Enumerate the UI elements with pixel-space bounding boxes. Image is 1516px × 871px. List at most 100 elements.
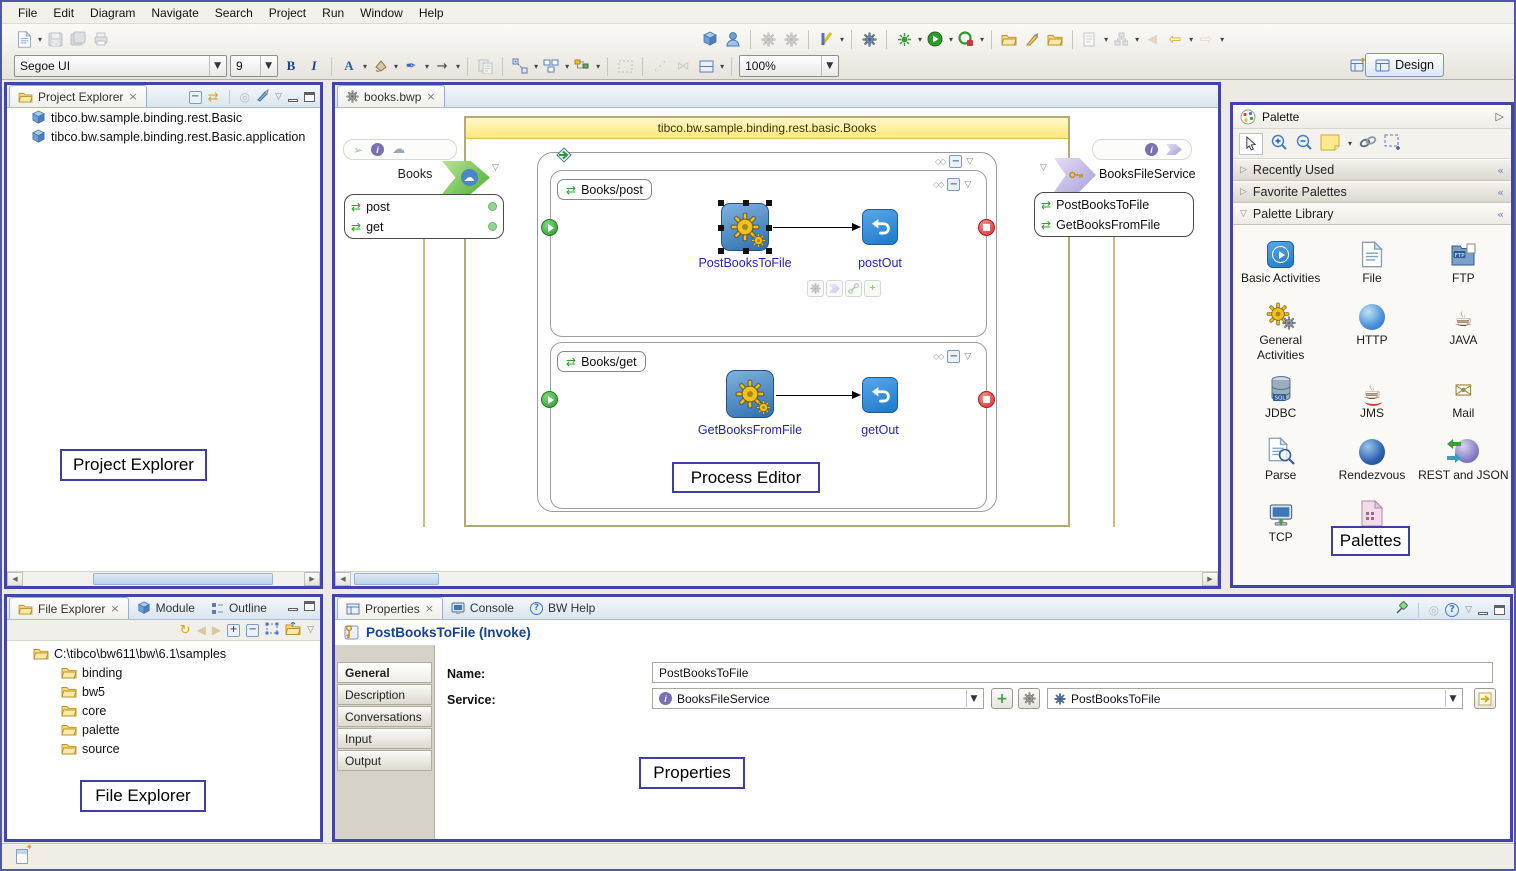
select-nodes-dropdown-icon[interactable]: ▾ — [534, 62, 538, 71]
link-with-editor-icon[interactable]: ⇄ — [208, 90, 219, 105]
maximize-icon[interactable] — [1494, 605, 1505, 615]
maximize-icon[interactable] — [304, 92, 315, 102]
last-edit-icon[interactable] — [1080, 29, 1100, 49]
zoom-in-icon[interactable] — [1270, 133, 1288, 154]
palette-section-favorite[interactable]: ▷ Favorite Palettes « — [1233, 181, 1511, 203]
collapse-all-icon[interactable]: − — [246, 624, 259, 637]
zoom-dropdown-icon[interactable]: ▼ — [821, 56, 833, 76]
add-activity-icon[interactable]: + — [864, 280, 881, 297]
side-tab-general[interactable]: General — [337, 662, 432, 683]
activity-getbooksfromfile[interactable] — [726, 370, 774, 418]
tree-item-application[interactable]: tibco.bw.sample.binding.rest.Basic.appli… — [7, 127, 320, 146]
run-dropdown-icon[interactable]: ▾ — [949, 35, 953, 44]
font-color-dropdown-icon[interactable]: ▾ — [363, 62, 367, 71]
scope-menu-icon[interactable]: ▽ — [964, 180, 971, 190]
scroll-thumb[interactable] — [354, 573, 439, 585]
select-tool-icon[interactable] — [1239, 133, 1263, 155]
back-icon[interactable]: ⇦ — [1165, 29, 1185, 49]
collapse-scope-icon[interactable]: − — [947, 350, 960, 363]
closed-folder-icon[interactable] — [1045, 29, 1065, 49]
tab-file-explorer[interactable]: File Explorer × — [9, 597, 129, 619]
operation-post[interactable]: ⇄ post — [351, 197, 497, 216]
design-perspective-button[interactable]: Design — [1365, 53, 1444, 77]
view-menu-icon[interactable]: ▽ — [275, 92, 282, 102]
palette-item-parse[interactable]: Parse — [1235, 429, 1326, 487]
menu-run[interactable]: Run — [314, 4, 352, 22]
partner-arrow-icon[interactable] — [826, 280, 843, 297]
profile-dropdown-icon[interactable]: ▾ — [980, 35, 984, 44]
save-icon[interactable] — [45, 29, 65, 49]
zoom-select[interactable]: 100%▼ — [739, 55, 839, 77]
external-tools-gear-icon[interactable] — [758, 29, 778, 49]
palette-item-basic-activities[interactable]: Basic Activities — [1235, 232, 1326, 290]
back-icon[interactable]: ◀ — [197, 623, 206, 637]
project-explorer-hscrollbar[interactable]: ◀ ▶ — [7, 571, 320, 586]
table-view-dropdown-icon[interactable]: ▾ — [720, 62, 724, 71]
expand-all-icon[interactable]: + — [227, 624, 240, 637]
scroll-right-icon[interactable]: ▶ — [1202, 572, 1218, 586]
gear-button-icon[interactable] — [807, 280, 824, 297]
print-icon[interactable] — [91, 29, 111, 49]
marquee-add-icon[interactable] — [1384, 134, 1403, 154]
close-icon[interactable]: × — [425, 602, 434, 615]
debug-icon[interactable] — [894, 29, 914, 49]
tree-item-core[interactable]: core — [7, 701, 320, 720]
note-icon[interactable] — [1320, 134, 1340, 154]
menu-help[interactable]: Help — [411, 4, 452, 22]
link-icons[interactable]: ◇◇ — [933, 352, 943, 361]
service-arrow-icon[interactable]: ➢ — [353, 143, 363, 157]
font-size-select[interactable]: 9▼ — [230, 55, 278, 77]
forward-dropdown-icon[interactable]: ▾ — [1220, 35, 1224, 44]
name-input[interactable]: PostBooksToFile — [652, 662, 1493, 683]
line-color-dropdown-icon[interactable]: ▾ — [425, 62, 429, 71]
connection-style-dropdown-icon[interactable]: ▾ — [456, 62, 460, 71]
palette-item-ftp[interactable]: FTP FTP — [1418, 232, 1509, 290]
configure-service-button[interactable] — [1018, 688, 1040, 709]
operation-select[interactable]: PostBooksToFile ▼ — [1047, 688, 1463, 709]
select-nodes-icon[interactable] — [510, 56, 530, 76]
layout-icon[interactable] — [572, 56, 592, 76]
cloud-small-icon[interactable]: ☁ — [392, 142, 405, 157]
palette-item-mail[interactable]: ✉ Mail — [1418, 367, 1509, 425]
refresh-icon[interactable]: ↻ — [180, 623, 191, 638]
tree-item-palette[interactable]: palette — [7, 720, 320, 739]
scope-books-get-label[interactable]: ⇄ Books/get — [557, 351, 646, 372]
scope2-end-icon[interactable] — [978, 391, 995, 408]
maximize-icon[interactable] — [304, 601, 315, 611]
link-tool-icon[interactable] — [1359, 135, 1377, 152]
link-icons[interactable]: ◇◇ — [933, 180, 943, 189]
tab-module[interactable]: Module — [129, 597, 203, 619]
tab-properties[interactable]: Properties × — [337, 597, 443, 619]
forward-icon[interactable]: ⇨ — [1196, 29, 1216, 49]
scroll-right-icon[interactable]: ▶ — [304, 572, 320, 586]
collapse-flow-icon[interactable]: − — [949, 155, 962, 168]
copy-appearance-icon[interactable] — [475, 56, 495, 76]
debug-dropdown-icon[interactable]: ▾ — [918, 35, 922, 44]
save-all-icon[interactable] — [68, 29, 88, 49]
junction-remove-icon[interactable]: ⋈ — [673, 56, 693, 76]
tree-item-root[interactable]: C:\tibco\bw611\bw\6.1\samples — [7, 644, 320, 663]
scope1-start-icon[interactable] — [541, 219, 558, 236]
collapse-scope-icon[interactable]: − — [947, 178, 960, 191]
palette-item-rendezvous[interactable]: Rendezvous — [1326, 429, 1417, 487]
minimize-icon[interactable] — [288, 608, 298, 611]
forward-icon[interactable]: ▶ — [212, 623, 221, 637]
palette-collapse-icon[interactable]: ▷ — [1496, 110, 1504, 123]
back-faded-icon[interactable]: ◀ — [1142, 29, 1162, 49]
zoom-out-icon[interactable] — [1295, 133, 1313, 154]
side-tab-description[interactable]: Description — [337, 684, 432, 705]
run-icon[interactable] — [925, 29, 945, 49]
palette-item-general-activities[interactable]: General Activities — [1235, 294, 1326, 363]
partner-chevron-icon[interactable]: ▽ — [1040, 163, 1047, 173]
italic-button[interactable]: I — [304, 56, 324, 76]
fill-color-icon[interactable] — [370, 56, 390, 76]
minimize-icon[interactable] — [288, 99, 298, 102]
menu-file[interactable]: File — [10, 4, 45, 22]
pin-section-icon[interactable]: « — [1497, 208, 1504, 221]
tree-item-module[interactable]: tibco.bw.sample.binding.rest.Basic — [7, 108, 320, 127]
pin-section-icon[interactable]: « — [1497, 186, 1504, 199]
bold-button[interactable]: B — [281, 56, 301, 76]
mark-occurrences-icon[interactable] — [1022, 29, 1042, 49]
table-view-icon[interactable] — [696, 56, 716, 76]
go-to-service-button[interactable] — [1474, 688, 1496, 709]
